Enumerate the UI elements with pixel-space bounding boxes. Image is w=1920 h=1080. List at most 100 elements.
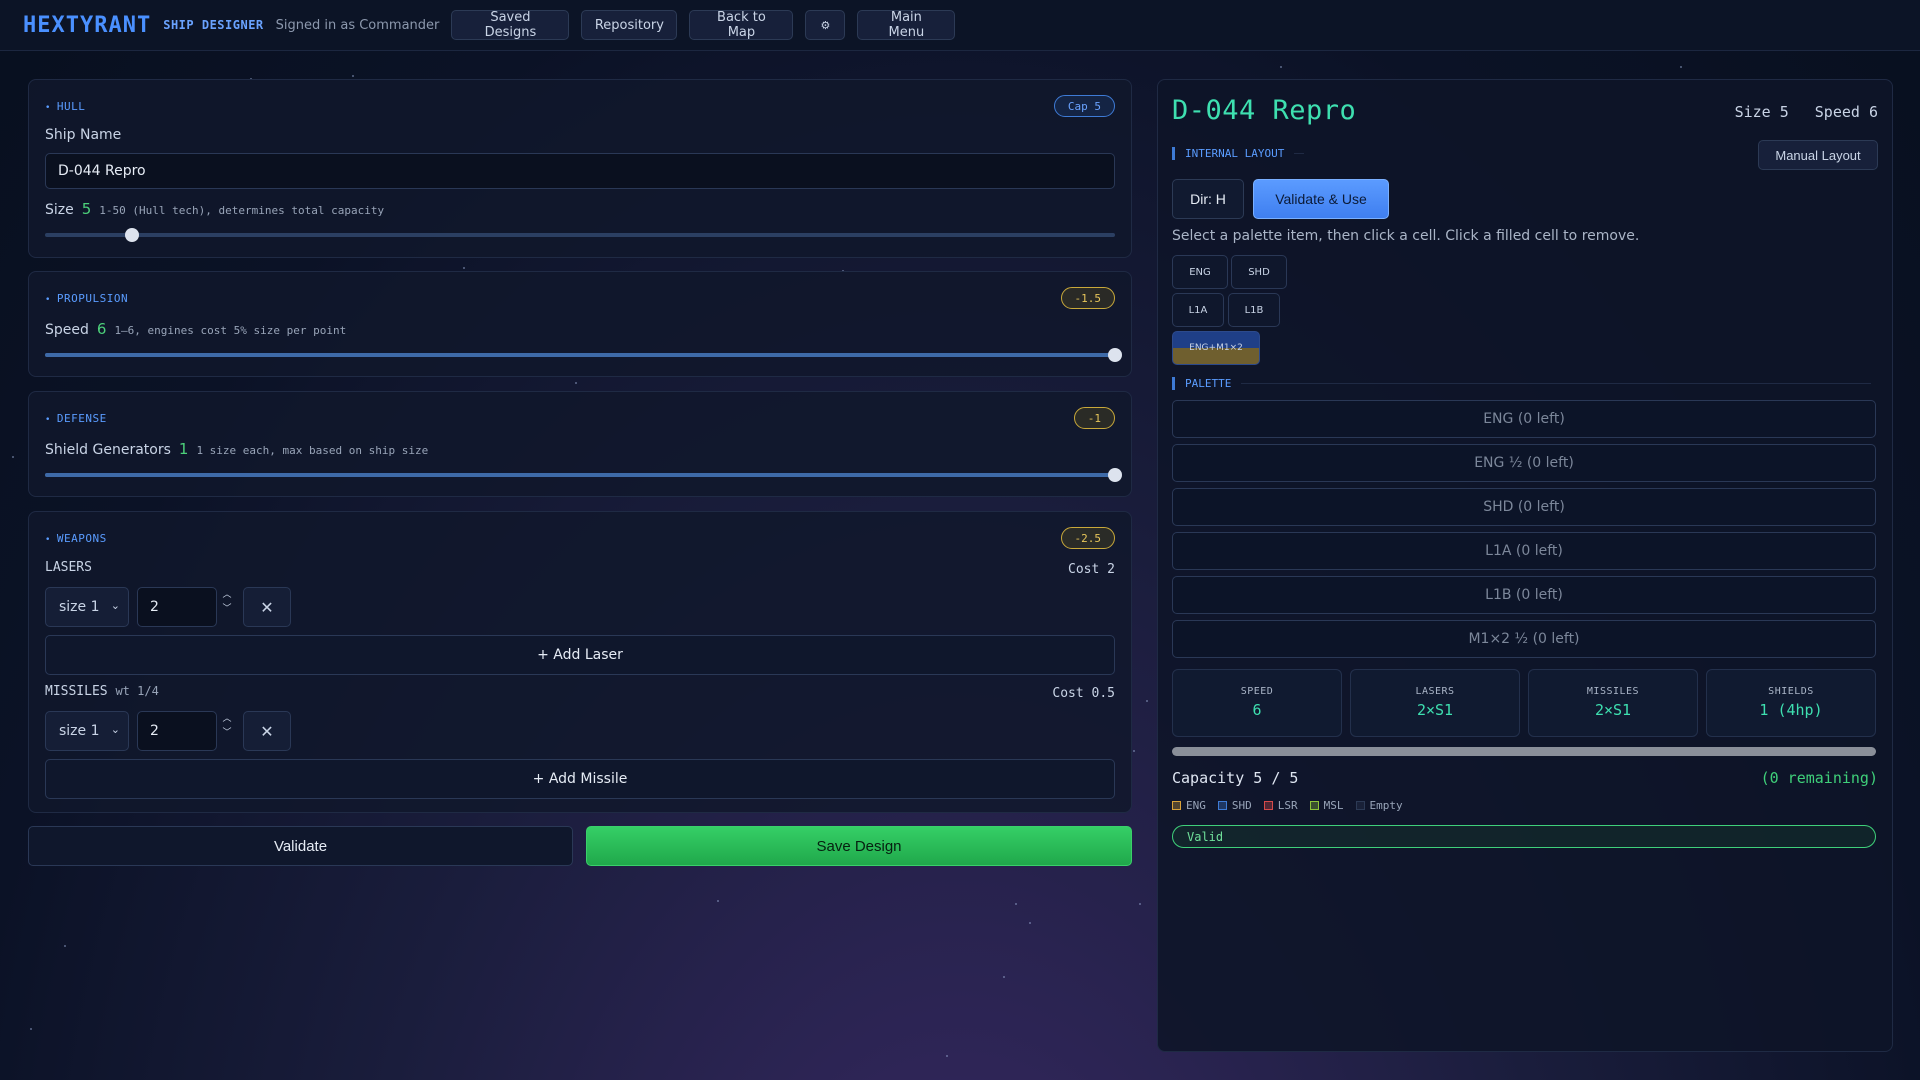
lasers-cost: Cost 2 — [1068, 562, 1115, 577]
shield-slider-thumb[interactable] — [1108, 468, 1122, 482]
chevron-up-icon[interactable]: ︿ — [221, 712, 233, 726]
app-logo[interactable]: HEXTYRANT — [23, 13, 151, 38]
palette-title: PALETTE — [1185, 377, 1232, 390]
laser-count-input[interactable]: 2 — [137, 587, 217, 627]
layout-cell-shd[interactable]: SHD — [1231, 255, 1287, 289]
missiles-weight: wt 1/4 — [115, 684, 159, 698]
chevron-down-icon: ⌄ — [110, 599, 120, 612]
remove-laser-button[interactable]: ✕ — [243, 587, 291, 627]
settings-button[interactable]: ⚙ — [805, 10, 846, 40]
missile-size-value: size 1 — [59, 723, 100, 739]
repository-button[interactable]: Repository — [581, 10, 678, 40]
capacity-bar — [1172, 747, 1876, 756]
weapons-cost-badge: -2.5 — [1060, 527, 1115, 549]
defense-title: DEFENSE — [45, 412, 107, 425]
palette-item-eng[interactable]: ENG (0 left) — [1172, 400, 1876, 438]
chevron-up-icon[interactable]: ︿ — [221, 588, 233, 602]
palette-item-shd[interactable]: SHD (0 left) — [1172, 488, 1876, 526]
validation-status-badge: Valid — [1172, 825, 1876, 848]
speed-label: Speed — [45, 322, 89, 338]
close-icon: ✕ — [260, 597, 274, 617]
stat-card-missiles: MISSILES 2×S1 — [1528, 669, 1698, 737]
main-menu-button[interactable]: Main Menu — [857, 10, 956, 40]
add-missile-button[interactable]: + Add Missile — [45, 759, 1115, 799]
laser-count-stepper[interactable]: ︿ ﹀ — [221, 588, 233, 616]
legend-swatch — [1309, 801, 1319, 810]
stat-value: 6 — [1252, 701, 1262, 719]
layout-cell-l1b[interactable]: L1B — [1228, 293, 1280, 327]
palette-item-l1b[interactable]: L1B (0 left) — [1172, 576, 1876, 614]
save-design-button[interactable]: Save Design — [586, 826, 1132, 866]
ship-preview-panel: D-044 Repro Size 5 Speed 6 INTERNAL LAYO… — [1157, 79, 1893, 1052]
palette-item-l1a[interactable]: L1A (0 left) — [1172, 532, 1876, 570]
legend-item-empty: Empty — [1355, 799, 1403, 812]
capacity-bar-fill — [1172, 747, 1876, 756]
stat-title: SHIELDS — [1768, 686, 1814, 697]
add-laser-button[interactable]: + Add Laser — [45, 635, 1115, 675]
legend-item-msl: MSL — [1309, 799, 1344, 812]
gear-icon: ⚙ — [820, 18, 831, 32]
defense-cost-badge: -1 — [1073, 407, 1115, 429]
chevron-down-icon[interactable]: ﹀ — [221, 602, 233, 616]
ship-summary-stats: Size 5 Speed 6 — [1735, 103, 1878, 121]
size-slider-thumb[interactable] — [125, 228, 140, 242]
size-row: Size 5 1-50 (Hull tech), determines tota… — [45, 200, 384, 218]
layout-cell-eng-m1x2[interactable]: ENG+M1×2 — [1172, 331, 1260, 365]
manual-layout-button[interactable]: Manual Layout — [1758, 140, 1878, 170]
speed-row: Speed 6 1–6, engines cost 5% size per po… — [45, 320, 346, 338]
legend-label: Empty — [1369, 799, 1403, 812]
remove-missile-button[interactable]: ✕ — [243, 711, 291, 751]
internal-layout-title: INTERNAL LAYOUT — [1185, 147, 1285, 160]
shield-generators-label: Shield Generators — [45, 442, 171, 458]
stat-value: 1 (4hp) — [1759, 701, 1823, 719]
layout-cell-l1a[interactable]: L1A — [1172, 293, 1224, 327]
shield-slider[interactable] — [45, 468, 1122, 482]
missiles-cost: Cost 0.5 — [1052, 686, 1115, 701]
missile-count-input[interactable]: 2 — [137, 711, 217, 751]
stat-card-speed: SPEED 6 — [1172, 669, 1342, 737]
chevron-down-icon[interactable]: ﹀ — [221, 726, 233, 740]
signed-in-status: Signed in as Commander — [275, 17, 440, 33]
legend-swatch — [1217, 801, 1227, 810]
speed-stat: Speed 6 — [1814, 103, 1878, 121]
palette-heading: PALETTE — [1172, 377, 1872, 390]
hull-title: HULL — [45, 100, 85, 113]
chevron-down-icon: ⌄ — [110, 723, 120, 736]
direction-toggle-button[interactable]: Dir: H — [1172, 179, 1244, 219]
missiles-label-text: MISSILES — [45, 684, 108, 699]
propulsion-title: PROPULSION — [45, 292, 128, 305]
speed-hint: 1–6, engines cost 5% size per point — [114, 324, 347, 337]
capacity-remaining: (0 remaining) — [1760, 769, 1878, 787]
ship-preview-title: D-044 Repro — [1172, 95, 1357, 126]
layout-cell-eng[interactable]: ENG — [1172, 255, 1228, 289]
size-stat: Size 5 — [1734, 103, 1789, 121]
shield-generators-hint: 1 size each, max based on ship size — [196, 444, 429, 457]
validate-and-use-button[interactable]: Validate & Use — [1253, 179, 1389, 219]
layout-instructions: Select a palette item, then click a cell… — [1172, 228, 1640, 244]
defense-section: DEFENSE -1 Shield Generators 1 1 size ea… — [28, 391, 1132, 497]
saved-designs-button[interactable]: Saved Designs — [451, 10, 570, 40]
missile-size-select[interactable]: size 1 ⌄ — [45, 711, 129, 751]
size-value: 5 — [81, 200, 92, 218]
size-slider[interactable] — [45, 228, 1115, 242]
validate-button[interactable]: Validate — [28, 826, 573, 866]
hull-section: HULL Cap 5 Ship Name Size 5 1-50 (Hull t… — [28, 79, 1132, 258]
laser-size-select[interactable]: size 1 ⌄ — [45, 587, 129, 627]
legend-item-lsr: LSR — [1263, 799, 1298, 812]
speed-slider[interactable] — [45, 348, 1122, 362]
top-bar: HEXTYRANT SHIP DESIGNER Signed in as Com… — [0, 0, 1920, 51]
palette-item-m1x2-half[interactable]: M1×2 ½ (0 left) — [1172, 620, 1876, 658]
legend-swatch — [1355, 801, 1365, 810]
legend-label: ENG — [1186, 799, 1206, 812]
missile-count-stepper[interactable]: ︿ ﹀ — [221, 712, 233, 740]
speed-slider-thumb[interactable] — [1108, 348, 1122, 362]
ship-name-input[interactable] — [45, 153, 1115, 189]
missiles-label: MISSILES wt 1/4 — [45, 684, 159, 699]
divider — [1294, 153, 1305, 154]
stat-value: 2×S1 — [1416, 701, 1454, 719]
legend-label: LSR — [1277, 799, 1298, 812]
back-to-map-button[interactable]: Back to Map — [689, 10, 794, 40]
shield-slider-fill — [45, 473, 1115, 477]
palette-item-eng-half[interactable]: ENG ½ (0 left) — [1172, 444, 1876, 482]
laser-size-value: size 1 — [59, 599, 100, 615]
